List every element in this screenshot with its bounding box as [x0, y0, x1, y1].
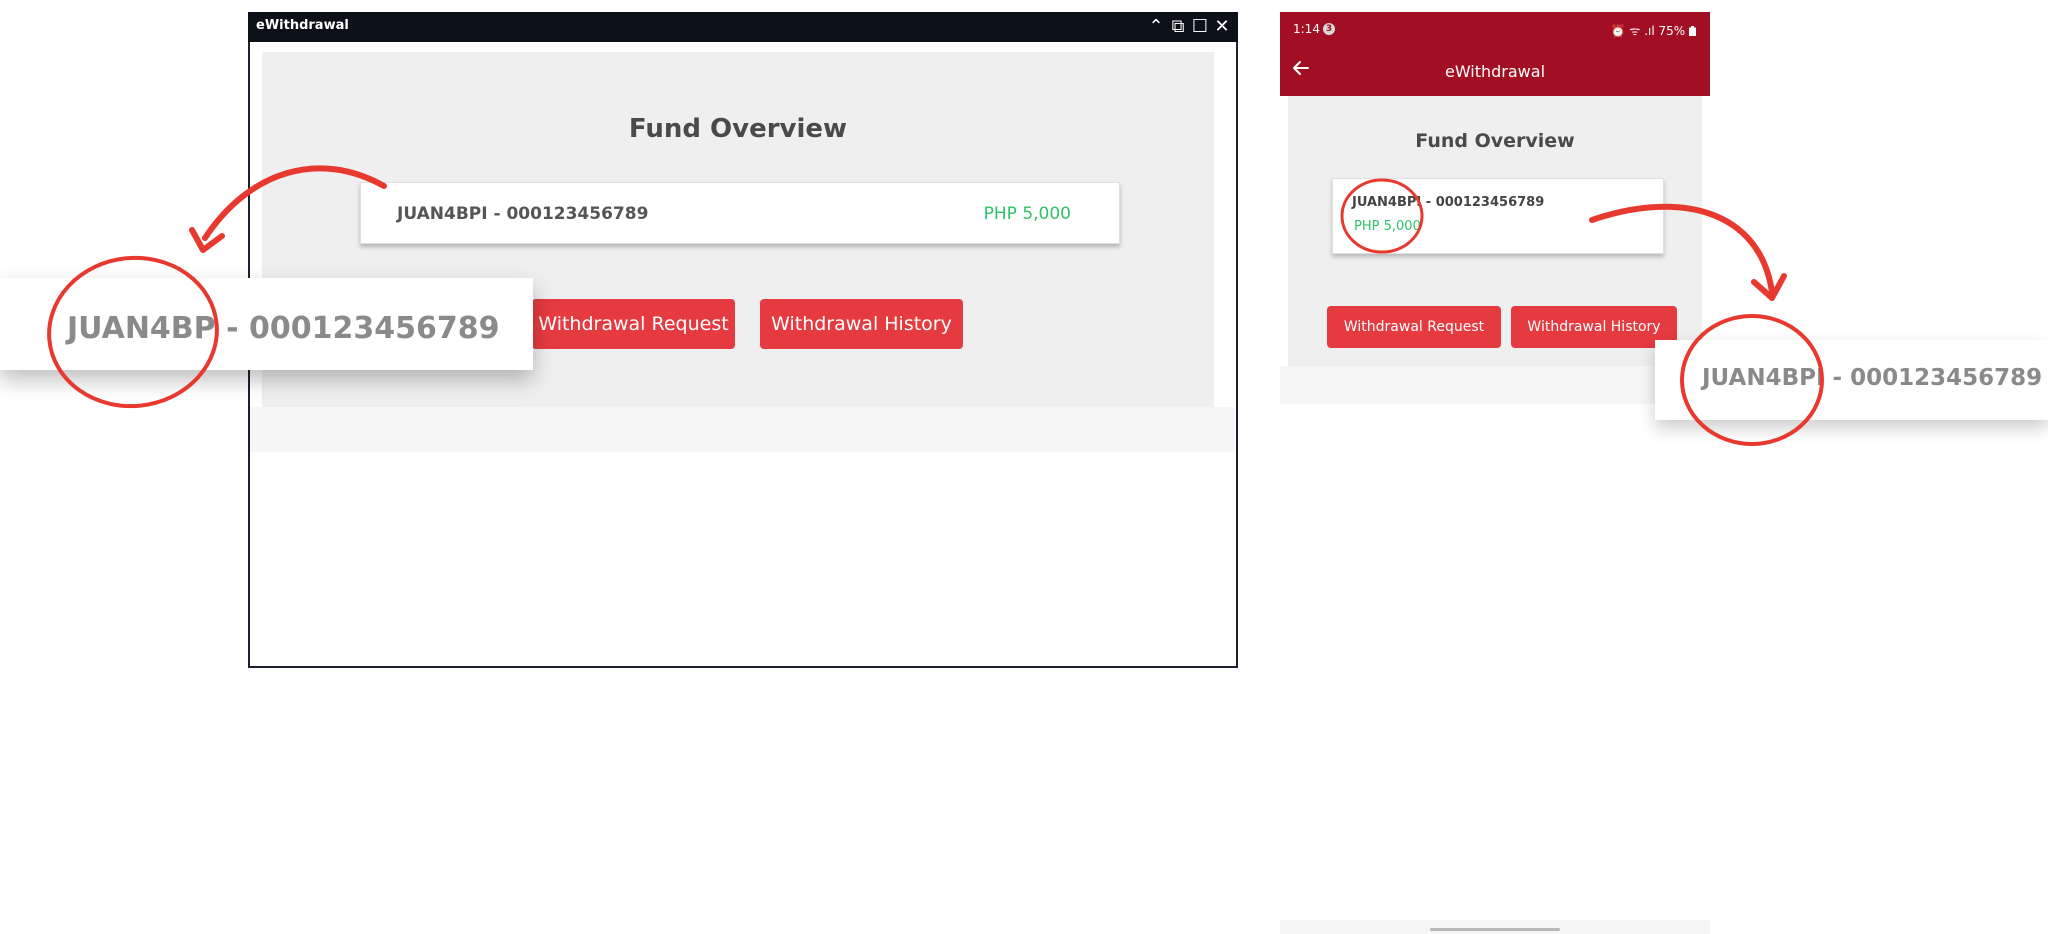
- account-card-mobile[interactable]: JUAN4BPI - 000123456789 PHP 5,000: [1332, 178, 1664, 254]
- zoom-callout-right: JUAN4BPI - 000123456789: [1655, 340, 2048, 420]
- status-indicators: ⏰ ᯤ .ıl 75%: [1611, 22, 1696, 39]
- status-time: 1:14: [1293, 22, 1320, 36]
- window-controls: ⌃ ⧉ ☐ ✕: [1146, 14, 1232, 40]
- notification-badge: 3: [1323, 23, 1335, 35]
- page-title-mobile: Fund Overview: [1415, 130, 1575, 152]
- fund-overview-panel-mobile: Fund Overview JUAN4BPI - 000123456789 PH…: [1288, 96, 1702, 366]
- collapse-icon[interactable]: ⌃: [1146, 14, 1166, 40]
- nav-bar-background: [1280, 920, 1710, 934]
- annotation-arrowhead-right: [1751, 273, 1787, 301]
- zoom-callout-left: JUAN4BP - 000123456789: [0, 278, 533, 370]
- withdrawal-history-button[interactable]: Withdrawal History: [760, 299, 963, 349]
- withdrawal-history-button-mobile[interactable]: Withdrawal History: [1511, 306, 1677, 348]
- zoomed-account-label: JUAN4BP - 000123456789: [67, 311, 500, 346]
- window-titlebar: eWithdrawal ⌃ ⧉ ☐ ✕: [248, 12, 1238, 42]
- balance-value-mobile: PHP 5,000: [1354, 219, 1421, 234]
- withdrawal-request-button-mobile[interactable]: Withdrawal Request: [1327, 306, 1501, 348]
- zoomed-account-label-mobile: JUAN4BPI - 000123456789: [1702, 365, 2043, 391]
- mobile-screen: 1:14 3 ⏰ ᯤ .ıl 75% eWithdrawal Fund Over…: [1280, 12, 1710, 934]
- picture-in-picture-icon[interactable]: ⧉: [1168, 14, 1188, 40]
- close-icon[interactable]: ✕: [1212, 14, 1232, 40]
- status-indicator-text: ⏰ ᯤ .ıl 75%: [1610, 24, 1686, 38]
- page-title: Fund Overview: [628, 114, 848, 144]
- app-title: eWithdrawal: [1444, 62, 1546, 81]
- account-label: JUAN4BPI - 000123456789: [397, 204, 649, 224]
- content-footer-strip-mobile: [1280, 366, 1710, 404]
- account-card[interactable]: JUAN4BPI - 000123456789 PHP 5,000: [360, 182, 1120, 244]
- annotation-arrowhead-left: [189, 227, 225, 253]
- account-label-mobile: JUAN4BPI - 000123456789: [1352, 195, 1545, 210]
- status-bar: 1:14 3 ⏰ ᯤ .ıl 75%: [1280, 12, 1710, 48]
- balance-value: PHP 5,000: [983, 204, 1071, 224]
- home-indicator[interactable]: [1430, 928, 1560, 931]
- content-footer-strip: [250, 407, 1235, 452]
- app-bar: eWithdrawal: [1280, 48, 1710, 96]
- withdrawal-request-button[interactable]: Withdrawal Request: [532, 299, 735, 349]
- battery-icon: [1689, 26, 1696, 36]
- window-title: eWithdrawal: [256, 18, 349, 33]
- maximize-icon[interactable]: ☐: [1190, 14, 1210, 40]
